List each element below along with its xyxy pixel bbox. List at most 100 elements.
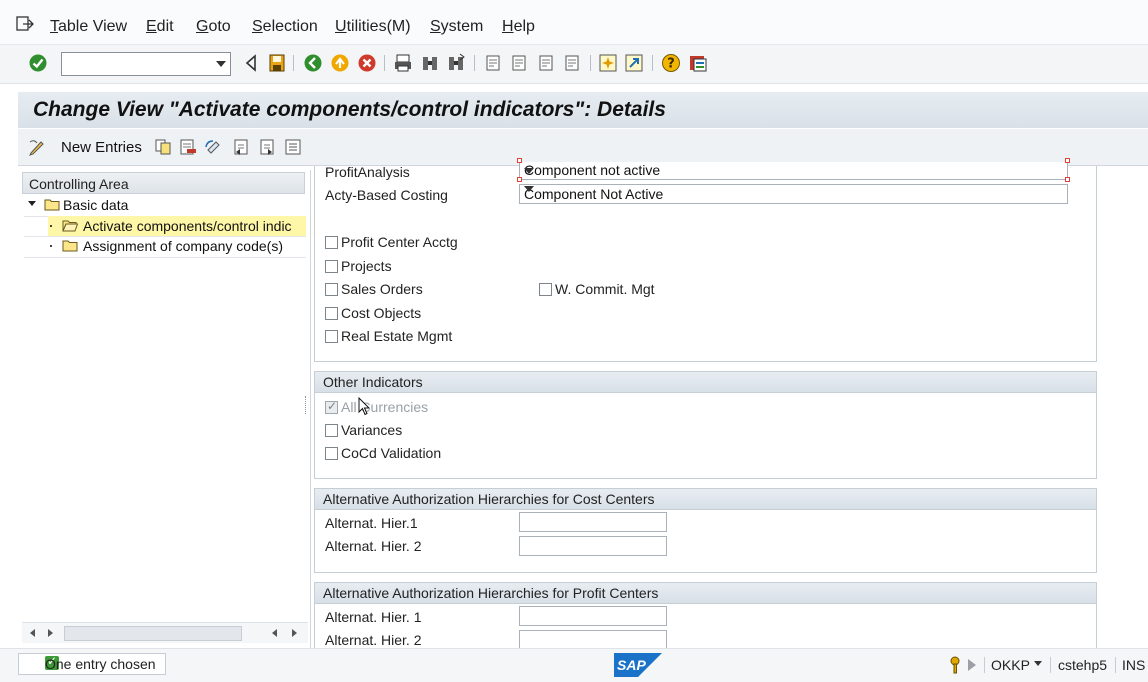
tree-node-label: Basic data [63, 197, 129, 213]
sap-logo: SAP [614, 653, 662, 677]
checkbox-variances[interactable]: Variances [325, 421, 495, 441]
previous-entry-icon[interactable] [232, 138, 250, 156]
checkbox-real-estate-mgmt[interactable]: Real Estate Mgmt [325, 327, 495, 347]
checkbox-sales-orders[interactable]: Sales Orders [325, 280, 495, 300]
command-field[interactable] [61, 52, 231, 76]
checkbox-box[interactable] [325, 424, 338, 437]
expand-status-icon[interactable] [968, 659, 976, 671]
profit-center-hier1-label: Alternat. Hier. 1 [325, 609, 422, 625]
create-session-icon[interactable] [598, 53, 618, 73]
tree-horizontal-scrollbar[interactable] [22, 622, 308, 643]
profit-center-hier2-label: Alternat. Hier. 2 [325, 632, 422, 648]
checkbox-label: Real Estate Mgmt [341, 328, 453, 344]
dropdown-arrow-icon[interactable] [524, 168, 534, 174]
menu-edit[interactable]: Edit [146, 18, 174, 36]
toolbar-separator [474, 55, 475, 71]
menu-table-view[interactable]: Table View [50, 18, 127, 36]
scroll-thumb[interactable] [64, 626, 242, 641]
profit-center-hier2-input[interactable] [519, 630, 667, 648]
toolbar-separator [293, 55, 294, 71]
cost-center-hier2-input[interactable] [519, 536, 667, 556]
command-input[interactable] [66, 54, 210, 76]
command-history-dropdown-icon[interactable] [216, 61, 226, 67]
enter-icon[interactable] [28, 53, 48, 73]
application-toolbar: New Entries [18, 129, 1148, 166]
expand-arrow-icon[interactable] [28, 201, 36, 206]
menu-goto[interactable]: Goto [196, 18, 231, 36]
checkbox-cocd-validation[interactable]: CoCd Validation [325, 444, 495, 464]
scroll-right-icon[interactable] [292, 629, 297, 637]
profit-analysis-select[interactable]: Component not active [519, 162, 1068, 180]
scroll-left-icon[interactable] [30, 629, 35, 637]
title-bar: Change View "Activate components/control… [18, 92, 1148, 128]
checkbox-box[interactable] [325, 307, 338, 320]
tree-node-activate-components[interactable]: Activate components/control indic [48, 216, 306, 236]
menu-selection[interactable]: Selection [252, 18, 318, 36]
scroll-right-icon[interactable] [48, 629, 53, 637]
menu-help[interactable]: Help [502, 18, 535, 36]
acty-based-costing-select[interactable]: Component Not Active [519, 184, 1068, 204]
tree-node-assignment-company-codes[interactable]: Assignment of company code(s) [48, 236, 306, 256]
last-page-icon[interactable] [562, 53, 582, 73]
tree-node-basic-data[interactable]: Basic data [28, 195, 308, 215]
insert-mode[interactable]: INS [1122, 657, 1145, 673]
profit-center-hier1-input[interactable] [519, 606, 667, 626]
checkbox-cost-objects[interactable]: Cost Objects [325, 304, 495, 324]
checkbox-projects[interactable]: Projects [325, 257, 495, 277]
transaction-code[interactable]: OKKP [991, 657, 1030, 673]
exit-icon[interactable] [330, 53, 350, 73]
standard-toolbar: ? [0, 45, 1148, 84]
checkbox-box[interactable] [325, 283, 338, 296]
help-icon[interactable]: ? [661, 53, 681, 73]
auth-hier-profit-centers-title: Alternative Authorization Hierarchies fo… [323, 585, 659, 601]
checkbox-box[interactable] [325, 447, 338, 460]
customize-layout-icon[interactable] [688, 53, 708, 73]
tree-divider [24, 257, 306, 258]
mouse-cursor-icon [358, 397, 371, 416]
exit-system-icon[interactable] [16, 16, 34, 32]
copy-as-icon[interactable] [154, 138, 172, 156]
shortcut-icon[interactable] [624, 53, 644, 73]
menu-utilities[interactable]: Utilities(M) [335, 18, 411, 36]
lock-key-icon[interactable] [948, 656, 962, 674]
checkbox-box[interactable] [325, 330, 338, 343]
status-message[interactable]: One entry chosen [18, 653, 166, 675]
scroll-left-icon[interactable] [272, 629, 277, 637]
next-page-icon[interactable] [536, 53, 556, 73]
print-icon[interactable] [393, 53, 413, 73]
cancel-icon[interactable] [357, 53, 377, 73]
cost-center-hier1-input[interactable] [519, 512, 667, 532]
checkbox-box[interactable] [539, 283, 552, 296]
status-message-text: One entry chosen [45, 656, 156, 672]
find-icon[interactable] [420, 53, 440, 73]
auth-hier-cost-centers-title: Alternative Authorization Hierarchies fo… [323, 491, 655, 507]
next-entry-icon[interactable] [258, 138, 276, 156]
display-change-icon[interactable] [28, 138, 46, 156]
status-separator [984, 657, 985, 673]
save-icon[interactable] [267, 53, 287, 73]
other-indicators-title: Other Indicators [323, 374, 423, 390]
menu-system[interactable]: System [430, 18, 483, 36]
cost-center-hier2-label: Alternat. Hier. 2 [325, 538, 422, 554]
panel-splitter[interactable] [305, 396, 309, 414]
profit-analysis-label: ProfitAnalysis [325, 164, 410, 180]
undo-change-icon[interactable] [204, 138, 222, 156]
back-icon[interactable] [303, 53, 323, 73]
system-info-dropdown-icon[interactable] [1034, 661, 1042, 666]
first-page-icon[interactable] [483, 53, 503, 73]
menu-bar: Table View Edit Goto Selection Utilities… [0, 0, 1148, 45]
checkbox-box[interactable] [325, 236, 338, 249]
checkbox-box[interactable] [325, 260, 338, 273]
auth-hier-cost-centers-group: Alternative Authorization Hierarchies fo… [314, 488, 1097, 573]
previous-page-icon[interactable] [509, 53, 529, 73]
dropdown-arrow-icon[interactable] [524, 186, 534, 192]
select-all-icon[interactable] [284, 138, 302, 156]
find-next-icon[interactable] [446, 53, 466, 73]
checkbox-w-commit-mgt[interactable]: W. Commit. Mgt [539, 280, 709, 300]
status-bar: One entry chosen SAP OKKP cstehp5 INS [0, 648, 1148, 682]
checkbox-profit-center-acctg[interactable]: Profit Center Acctg [325, 233, 495, 253]
delete-icon[interactable] [179, 138, 197, 156]
new-entries-button[interactable]: New Entries [61, 139, 142, 156]
selection-handle [517, 158, 522, 163]
back-triangle-icon[interactable] [242, 53, 262, 73]
